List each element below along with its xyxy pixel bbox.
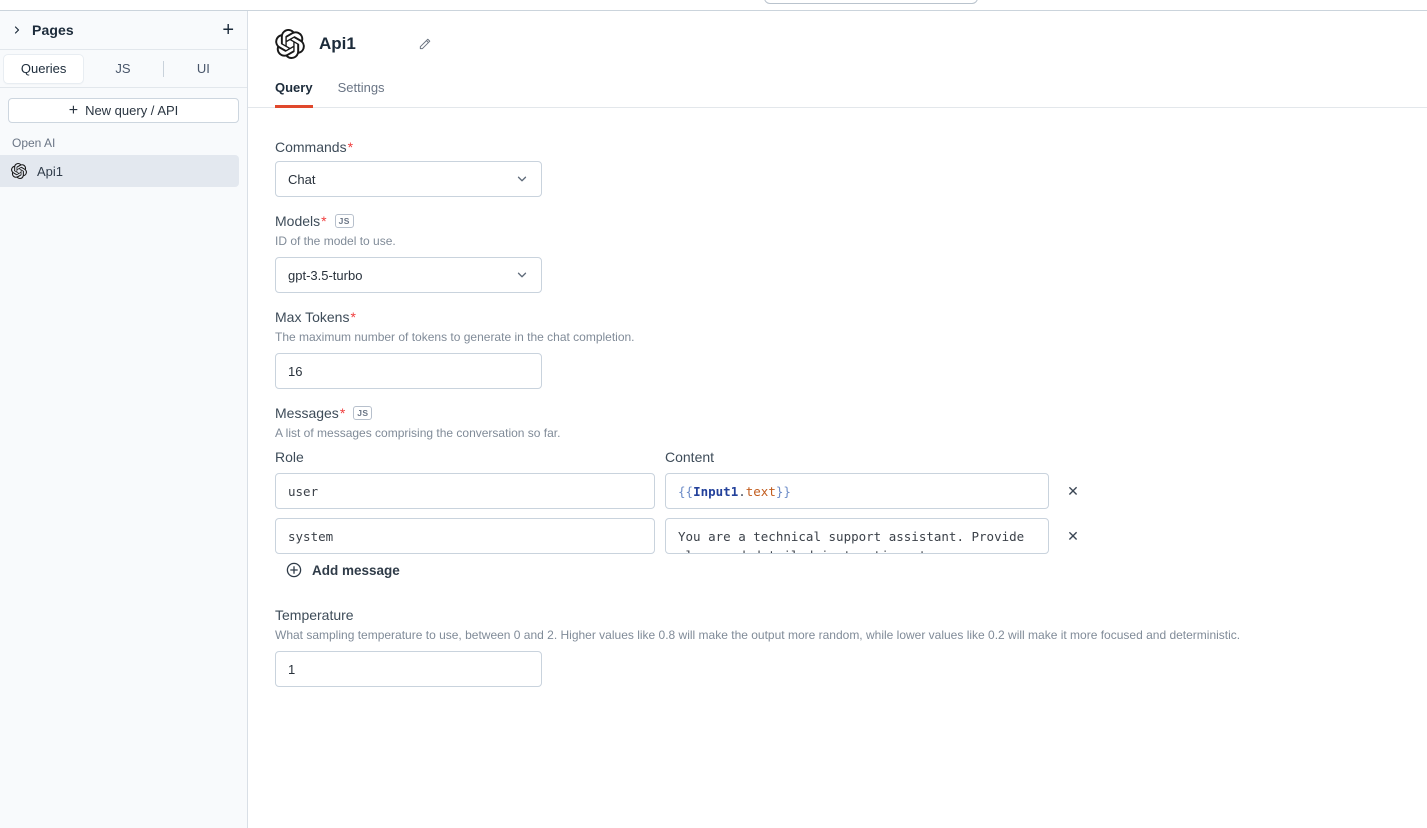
field-commands: Commands* Chat (275, 139, 1427, 197)
add-page-button[interactable]: + (220, 20, 236, 40)
add-message-button[interactable]: Add message (286, 562, 400, 578)
role-input[interactable]: user (275, 473, 655, 509)
tab-queries[interactable]: Queries (4, 55, 83, 83)
messages-grid: Role Content user {{Input1.text}} ✕ syst… (275, 449, 1427, 554)
commands-label: Commands (275, 139, 347, 155)
chevron-down-icon (515, 172, 529, 186)
query-form: Commands* Chat Models* JS ID of the mode… (248, 108, 1427, 687)
plus-circle-icon (286, 562, 302, 578)
max-tokens-label: Max Tokens (275, 309, 349, 325)
commands-value: Chat (288, 172, 315, 187)
top-bar (0, 0, 1427, 11)
field-models: Models* JS ID of the model to use. gpt-3… (275, 213, 1427, 293)
field-max-tokens: Max Tokens* The maximum number of tokens… (275, 309, 1427, 389)
sidebar-item-api1[interactable]: Api1 (0, 155, 239, 187)
sidebar-tab-bar: Queries JS UI (0, 50, 247, 88)
tab-settings[interactable]: Settings (338, 80, 385, 107)
pages-title: Pages (32, 22, 74, 38)
role-input[interactable]: system (275, 518, 655, 554)
openai-logo-icon (275, 29, 305, 59)
query-settings-tabs: Query Settings (248, 80, 1427, 108)
tab-query[interactable]: Query (275, 80, 313, 108)
sidebar: Pages + Queries JS UI + New query / API … (0, 11, 248, 828)
max-tokens-helper: The maximum number of tokens to generate… (275, 330, 1427, 344)
remove-message-icon[interactable]: ✕ (1059, 525, 1087, 547)
content-input[interactable]: You are a technical support assistant. P… (665, 518, 1049, 554)
openai-logo-icon (11, 163, 27, 179)
edit-name-pencil-icon[interactable] (418, 37, 432, 51)
field-temperature: Temperature What sampling temperature to… (275, 607, 1427, 687)
js-badge[interactable]: JS (335, 214, 354, 229)
chevron-down-icon (515, 268, 529, 282)
required-asterisk: * (350, 309, 355, 325)
field-messages: Messages* JS A list of messages comprisi… (275, 405, 1427, 583)
content-input[interactable]: {{Input1.text}} (665, 473, 1049, 509)
tab-ui[interactable]: UI (164, 55, 243, 83)
js-badge[interactable]: JS (353, 406, 372, 421)
query-header: Api1 (248, 11, 1427, 59)
temperature-input[interactable]: 1 (275, 651, 542, 687)
remove-message-icon[interactable]: ✕ (1059, 480, 1087, 502)
max-tokens-label-row: Max Tokens* (275, 309, 1427, 325)
sidebar-item-label: Api1 (37, 164, 63, 179)
temperature-helper: What sampling temperature to use, betwee… (275, 628, 1427, 642)
commands-select[interactable]: Chat (275, 161, 542, 197)
content-column-header: Content (665, 449, 1049, 465)
required-asterisk: * (321, 213, 326, 229)
max-tokens-value: 16 (288, 364, 302, 379)
sidebar-section-open-ai: Open AI (12, 136, 247, 150)
models-label-row: Models* JS (275, 213, 1427, 229)
new-query-label: New query / API (85, 103, 178, 118)
models-select[interactable]: gpt-3.5-turbo (275, 257, 542, 293)
messages-label: Messages (275, 405, 339, 421)
temperature-label: Temperature (275, 607, 354, 623)
tab-js[interactable]: JS (83, 55, 162, 83)
main-panel: Api1 Query Settings Commands* Chat (248, 11, 1427, 828)
required-asterisk: * (348, 139, 353, 155)
temperature-label-row: Temperature (275, 607, 1427, 623)
add-message-label: Add message (312, 563, 400, 578)
max-tokens-input[interactable]: 16 (275, 353, 542, 389)
models-label: Models (275, 213, 320, 229)
new-query-button[interactable]: + New query / API (8, 98, 239, 123)
chevron-right-icon[interactable] (11, 24, 23, 36)
models-helper: ID of the model to use. (275, 234, 1427, 248)
role-column-header: Role (275, 449, 655, 465)
models-value: gpt-3.5-turbo (288, 268, 362, 283)
messages-helper: A list of messages comprising the conver… (275, 426, 1427, 440)
messages-label-row: Messages* JS (275, 405, 1427, 421)
plus-icon: + (69, 103, 78, 119)
temperature-value: 1 (288, 662, 295, 677)
omnibox-fragment[interactable] (764, 0, 978, 4)
commands-label-row: Commands* (275, 139, 1427, 155)
app-layout: Pages + Queries JS UI + New query / API … (0, 11, 1427, 828)
query-title: Api1 (319, 34, 356, 54)
pages-header: Pages + (0, 11, 247, 50)
required-asterisk: * (340, 405, 345, 421)
